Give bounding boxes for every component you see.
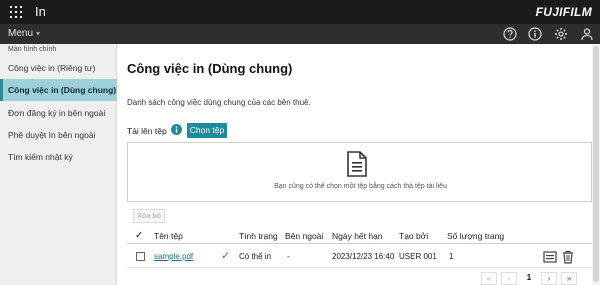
pagination-first[interactable]: «	[481, 272, 497, 285]
chevron-down-icon: ▾	[36, 29, 41, 38]
pagination-prev[interactable]: ‹	[501, 272, 517, 285]
column-header-page-count[interactable]: Số lượng trang	[447, 231, 504, 241]
pagination-last[interactable]: »	[561, 272, 577, 285]
sidebar-item-private-print-jobs[interactable]: Công việc in (Riêng tư)	[0, 57, 117, 79]
gear-icon[interactable]	[554, 27, 568, 41]
menu-label: Menu	[8, 28, 34, 39]
menu-bar: Menu ▾	[0, 24, 600, 44]
sidebar-heading: Màn hình chính	[8, 46, 57, 53]
status-check-icon: ✓	[221, 250, 231, 262]
app-grid-icon[interactable]	[10, 6, 22, 18]
delete-button[interactable]: Xóa bỏ	[133, 209, 165, 223]
column-header-expiry-date[interactable]: Ngày hết hạn	[332, 231, 383, 241]
status-text: Có thể in	[239, 252, 272, 261]
table-row[interactable]: sample.pdf ✓ Có thể in - 2023/12/23 16:4…	[127, 246, 592, 268]
app-title: In	[35, 4, 46, 19]
file-name-link[interactable]: sample.pdf	[154, 252, 193, 261]
page-description: Danh sách công việc dùng chung của các b…	[127, 98, 311, 107]
sidebar-item-shared-print-jobs[interactable]: Công việc in (Dùng chung)	[0, 79, 117, 101]
help-circle-icon[interactable]	[503, 27, 517, 41]
info-icon[interactable]	[171, 124, 182, 135]
sidebar: Màn hình chính Công việc in (Riêng tư) C…	[0, 44, 117, 285]
sidebar-item-log-search[interactable]: Tìm kiếm nhật ký	[0, 146, 117, 168]
column-header-external[interactable]: Bên ngoài	[285, 231, 323, 241]
top-bar: In FUJIFILM	[0, 0, 600, 24]
page-title: Công việc in (Dùng chung)	[127, 61, 293, 76]
upload-label: Tải lên tệp	[127, 126, 167, 136]
scrollbar[interactable]	[592, 44, 600, 285]
dropzone-hint: Bạn cũng có thể chọn một tệp bằng cách t…	[274, 183, 447, 190]
file-dropzone[interactable]: Bạn cũng có thể chọn một tệp bằng cách t…	[127, 142, 592, 202]
column-header-status[interactable]: Tình trạng	[239, 231, 278, 241]
trash-icon[interactable]	[561, 250, 575, 264]
menu-button[interactable]: Menu ▾	[8, 28, 40, 39]
external-value: -	[287, 252, 290, 261]
pagination-next[interactable]: ›	[541, 272, 557, 285]
column-header-file-name[interactable]: Tên tệp	[154, 231, 183, 241]
pagination-current: 1	[521, 272, 537, 285]
table-header: ✓ Tên tệp Tình trạng Bên ngoài Ngày hết …	[127, 229, 592, 244]
expiry-date-value: 2023/12/23 16:40	[332, 252, 395, 261]
page-count-value: 1	[449, 252, 454, 261]
sidebar-item-external-print-approval[interactable]: Phê duyệt In bên ngoài	[0, 124, 117, 146]
sidebar-item-external-print-registration[interactable]: Đơn đăng ký in bên ngoài	[0, 102, 117, 124]
select-all-check-icon[interactable]: ✓	[135, 230, 143, 241]
created-by-value: USER 001	[399, 252, 437, 261]
document-icon	[347, 151, 367, 177]
print-settings-icon[interactable]	[543, 250, 557, 264]
user-icon[interactable]	[580, 27, 594, 41]
brand-logo: FUJIFILM	[535, 5, 592, 19]
choose-file-button[interactable]: Chọn tệp	[187, 123, 227, 138]
main-content: Công việc in (Dùng chung) Danh sách công…	[118, 44, 600, 285]
row-checkbox[interactable]	[136, 252, 145, 261]
info-circle-icon[interactable]	[528, 27, 542, 41]
scrollbar-thumb[interactable]	[593, 46, 599, 282]
column-header-created-by[interactable]: Tạo bởi	[399, 231, 428, 241]
